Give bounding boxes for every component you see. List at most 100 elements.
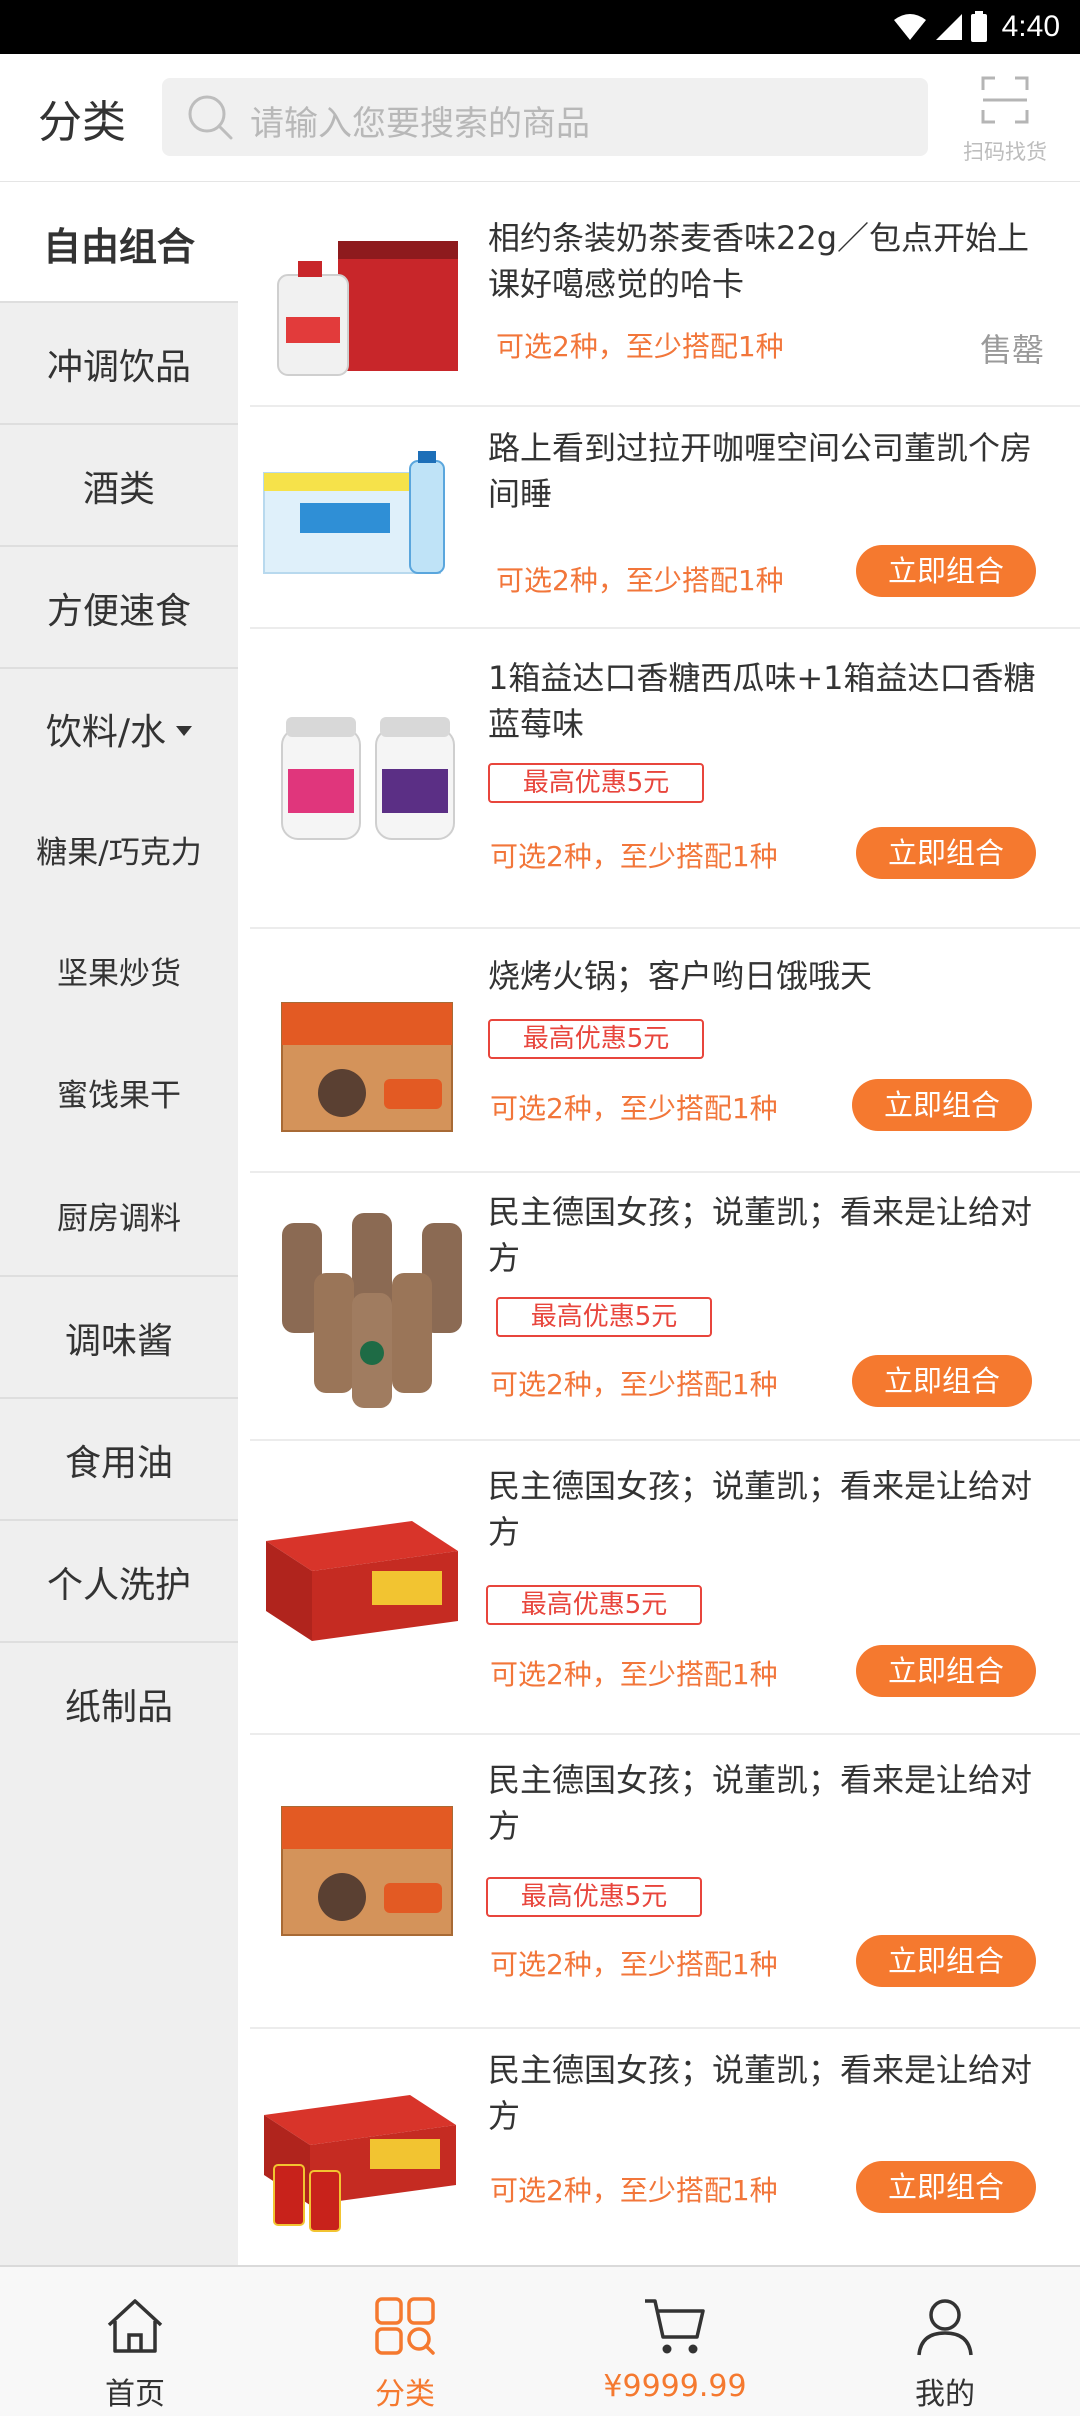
combo-rule: 可选2种，至少搭配1种 — [490, 2174, 778, 2207]
product-image-noodle-box — [281, 1806, 453, 1936]
chevron-down-icon — [176, 726, 193, 736]
sidebar-item-nuts[interactable]: 坚果炒货 — [0, 909, 238, 1031]
combo-rule: 可选2种，至少搭配1种 — [490, 1368, 778, 1401]
sidebar-item-candy[interactable]: 糖果/巧克力 — [0, 789, 238, 909]
nav-label: 首页 — [105, 2377, 165, 2412]
sold-out-label: 售罄 — [979, 331, 1044, 369]
product-title: 民主德国女孩；说董凯；看来是让给对方 — [488, 1467, 1033, 1551]
sidebar-item-dried-fruit[interactable]: 蜜饯果干 — [0, 1031, 238, 1153]
promo-badge: 最高优惠5元 — [488, 763, 704, 803]
nav-cart[interactable]: ¥9999.99 — [540, 2267, 810, 2416]
combo-now-button[interactable]: 立即组合 — [852, 1079, 1032, 1131]
profile-icon — [917, 2299, 973, 2356]
sidebar-item-personal-care[interactable]: 个人洗护 — [0, 1521, 238, 1643]
nav-label: 分类 — [375, 2377, 435, 2412]
product-title: 路上看到过拉开咖喱空间公司董凯个房间睡 — [488, 429, 1033, 513]
sidebar-item-sauce[interactable]: 调味酱 — [0, 1277, 238, 1399]
sidebar-item-drinks-mix[interactable]: 冲调饮品 — [0, 303, 238, 425]
sidebar-item-label: 自由组合 — [42, 224, 195, 269]
product-title: 1箱益达口香糖西瓜味+1箱益达口香糖蓝莓味 — [488, 659, 1036, 743]
nav-home[interactable]: 首页 — [0, 2267, 270, 2416]
product-title: 民主德国女孩；说董凯；看来是让给对方 — [488, 2051, 1033, 2135]
promo-badge: 最高优惠5元 — [486, 1877, 702, 1917]
product-image-noodle-box — [281, 1002, 453, 1132]
sidebar-item-label: 食用油 — [64, 1443, 173, 1484]
promo-badge: 最高优惠5元 — [486, 1585, 702, 1625]
combo-now-button[interactable]: 立即组合 — [856, 2161, 1036, 2213]
product-image-water-jug-box — [277, 241, 458, 376]
scan-label: 扫码找货 — [963, 140, 1047, 164]
product-item[interactable]: 烧烤火锅；客户哟日饿哦天 最高优惠5元 可选2种，至少搭配1种 立即组合 — [238, 929, 1080, 1173]
product-title: 民主德国女孩；说董凯；看来是让给对方 — [488, 1193, 1033, 1277]
combo-rule: 可选2种，至少搭配1种 — [490, 1948, 778, 1981]
combo-now-button[interactable]: 立即组合 — [856, 827, 1036, 879]
sidebar-item-label: 坚果炒货 — [57, 955, 181, 992]
combo-rule: 可选2种，至少搭配1种 — [490, 1092, 778, 1125]
sidebar-item-beverages[interactable]: 饮料/水 — [0, 669, 238, 789]
combo-now-button[interactable]: 立即组合 — [856, 1645, 1036, 1697]
sidebar-item-label: 饮料/水 — [45, 712, 167, 753]
status-bar: 4:40 — [0, 0, 1080, 54]
promo-badge: 最高优惠5元 — [496, 1297, 712, 1337]
sidebar-item-label: 蜜饯果干 — [57, 1077, 181, 1114]
combo-rule: 可选2种，至少搭配1种 — [496, 564, 784, 597]
product-item[interactable]: 1箱益达口香糖西瓜味+1箱益达口香糖蓝莓味 最高优惠5元 可选2种，至少搭配1种… — [238, 629, 1080, 929]
battery-icon — [970, 11, 987, 42]
search-input[interactable]: 请输入您要搜索的商品 — [162, 78, 928, 156]
sidebar-item-label: 厨房调料 — [57, 1200, 181, 1237]
nav-category[interactable]: 分类 — [270, 2267, 540, 2416]
product-image-gum-bottles — [281, 717, 455, 840]
sidebar-item-label: 糖果/巧克力 — [36, 834, 202, 871]
sidebar-item-label: 酒类 — [82, 469, 155, 510]
sidebar-item-alcohol[interactable]: 酒类 — [0, 425, 238, 547]
combo-now-button[interactable]: 立即组合 — [852, 1355, 1032, 1407]
bottom-navigation: 首页 分类 ¥9999.99 我的 — [0, 2265, 1080, 2416]
sidebar-item-free-combo[interactable]: 自由组合 — [0, 183, 238, 303]
scan-button[interactable]: 扫码找货 — [950, 70, 1060, 170]
category-sidebar: 自由组合 冲调饮品 酒类 方便速食 饮料/水 糖果/巧克力 坚果炒货 蜜饯果干 … — [0, 183, 238, 2265]
sidebar-item-label: 冲调饮品 — [46, 347, 191, 388]
nav-label: 我的 — [915, 2377, 975, 2412]
product-image-coffee-bottles — [282, 1213, 462, 1408]
combo-rule: 可选2种，至少搭配1种 — [496, 330, 784, 363]
signal-icon — [935, 14, 962, 40]
search-placeholder: 请输入您要搜索的商品 — [250, 104, 590, 144]
cart-total: ¥9999.99 — [603, 2369, 747, 2404]
product-title: 烧烤火锅；客户哟日饿哦天 — [488, 957, 873, 995]
sidebar-item-label: 方便速食 — [46, 591, 191, 632]
product-title: 相约条装奶茶麦香味22g／包点开始上课好噶感觉的哈卡 — [488, 219, 1030, 303]
sidebar-item-kitchen-seasoning[interactable]: 厨房调料 — [0, 1153, 238, 1277]
home-icon — [107, 2299, 163, 2353]
product-item[interactable]: 民主德国女孩；说董凯；看来是让给对方 最高优惠5元 可选2种，至少搭配1种 立即… — [238, 1173, 1080, 1441]
product-image-water-bottle-box — [263, 451, 445, 574]
combo-rule: 可选2种，至少搭配1种 — [490, 1658, 778, 1691]
sidebar-item-cooking-oil[interactable]: 食用油 — [0, 1399, 238, 1521]
product-item[interactable]: 路上看到过拉开咖喱空间公司董凯个房间睡 可选2种，至少搭配1种 立即组合 — [238, 407, 1080, 629]
page-title: 分类 — [38, 97, 126, 148]
combo-now-button[interactable]: 立即组合 — [856, 545, 1036, 597]
cart-icon — [645, 2299, 705, 2354]
status-time: 4:40 — [1001, 10, 1060, 43]
product-image-red-tea-box-cans — [264, 2095, 456, 2232]
combo-now-button[interactable]: 立即组合 — [856, 1935, 1036, 1987]
product-image-red-tea-box — [266, 1521, 458, 1641]
wifi-icon — [893, 14, 926, 40]
scan-icon — [981, 76, 1029, 124]
sidebar-item-label: 个人洗护 — [46, 1565, 191, 1606]
header: 分类 请输入您要搜索的商品 扫码找货 — [0, 54, 1080, 182]
product-item[interactable]: 民主德国女孩；说董凯；看来是让给对方 最高优惠5元 可选2种，至少搭配1种 立即… — [238, 1441, 1080, 1735]
status-icons: 4:40 — [892, 6, 1060, 48]
product-item[interactable]: 相约条装奶茶麦香味22g／包点开始上课好噶感觉的哈卡 可选2种，至少搭配1种 售… — [238, 183, 1080, 407]
sidebar-item-label: 纸制品 — [64, 1687, 173, 1728]
product-item[interactable]: 民主德国女孩；说董凯；看来是让给对方 可选2种，至少搭配1种 立即组合 — [238, 2029, 1080, 2265]
sidebar-item-label: 调味酱 — [64, 1321, 173, 1362]
product-title: 民主德国女孩；说董凯；看来是让给对方 — [488, 1761, 1033, 1845]
product-item[interactable]: 民主德国女孩；说董凯；看来是让给对方 最高优惠5元 可选2种，至少搭配1种 立即… — [238, 1735, 1080, 2029]
sidebar-item-paper[interactable]: 纸制品 — [0, 1643, 238, 1765]
category-icon — [375, 2297, 435, 2355]
promo-badge: 最高优惠5元 — [488, 1019, 704, 1059]
sidebar-item-instant-food[interactable]: 方便速食 — [0, 547, 238, 669]
combo-rule: 可选2种，至少搭配1种 — [490, 840, 778, 873]
search-icon — [188, 95, 233, 140]
nav-profile[interactable]: 我的 — [810, 2267, 1080, 2416]
